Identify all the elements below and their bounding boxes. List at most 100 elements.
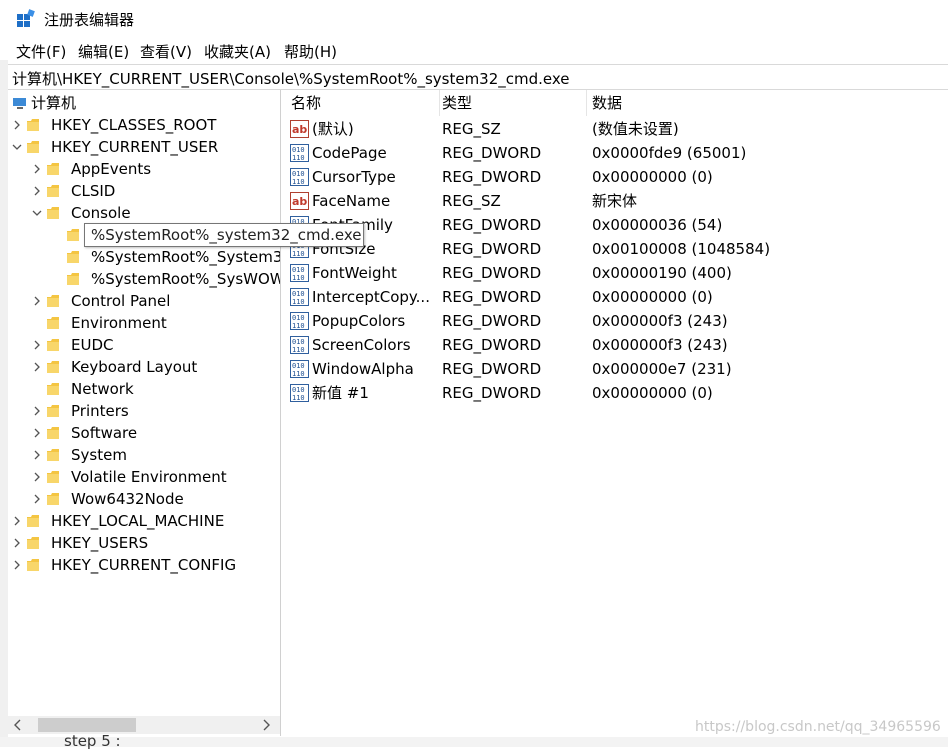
- tree-item[interactable]: %SystemRoot%_System32_: [8, 246, 280, 268]
- tree-item[interactable]: Control Panel: [8, 290, 280, 312]
- tree-item-label: Wow6432Node: [71, 490, 184, 508]
- chevron-right-icon[interactable]: [32, 340, 42, 350]
- folder-icon: [66, 249, 80, 265]
- chevron-right-icon[interactable]: [12, 560, 22, 570]
- chevron-right-icon[interactable]: [12, 120, 22, 130]
- folder-icon: [46, 425, 60, 441]
- tree-item-label: CLSID: [71, 182, 116, 200]
- value-row[interactable]: 010 110 CursorType REG_DWORD 0x00000000 (0): [285, 165, 948, 189]
- menu-edit[interactable]: 编辑(E): [78, 41, 129, 62]
- chevron-right-icon[interactable]: [12, 538, 22, 548]
- tree-item[interactable]: HKEY_LOCAL_MACHINE: [8, 510, 280, 532]
- svg-text:010: 010: [292, 362, 305, 370]
- folder-icon: [46, 403, 60, 419]
- chevron-right-icon[interactable]: [32, 472, 42, 482]
- binary-value-icon: 010110: [290, 312, 309, 330]
- address-bar[interactable]: 计算机\HKEY_CURRENT_USER\Console\%SystemRoo…: [8, 64, 948, 90]
- chevron-right-icon[interactable]: [32, 296, 42, 306]
- binary-value-icon: 010110: [290, 168, 309, 186]
- scroll-left-arrow-icon[interactable]: [12, 718, 24, 732]
- tree-item-label: %SystemRoot%_System32_: [91, 248, 281, 266]
- tree-item[interactable]: AppEvents: [8, 158, 280, 180]
- value-name: FaceName: [312, 192, 391, 210]
- key-tree-pane[interactable]: 计算机 HKEY_CLASSES_ROOT HKEY_CURRENT_USER App…: [8, 90, 281, 736]
- tree-item[interactable]: System: [8, 444, 280, 466]
- value-row[interactable]: 010 110 FontWeight REG_DWORD 0x00000190 (400…: [285, 261, 948, 285]
- tree-item[interactable]: HKEY_USERS: [8, 532, 280, 554]
- column-header-data[interactable]: 数据: [586, 90, 947, 116]
- value-row[interactable]: ab FaceName REG_SZ 新宋体: [285, 189, 948, 213]
- value-type: REG_DWORD: [442, 384, 542, 402]
- tree-item[interactable]: %SystemRoot%_SysWOW: [8, 268, 280, 290]
- value-list-pane[interactable]: 名称 类型 数据 ab (默认) REG_SZ (数值未设置) 010 110 CodePa…: [285, 90, 948, 736]
- menu-file[interactable]: 文件(F): [16, 41, 66, 62]
- value-row[interactable]: 010 110 CodePage REG_DWORD 0x0000fde9 (65001…: [285, 141, 948, 165]
- svg-text:ab: ab: [292, 123, 307, 136]
- address-path[interactable]: 计算机\HKEY_CURRENT_USER\Console\%SystemRoo…: [12, 68, 570, 89]
- folder-icon: [26, 513, 40, 529]
- column-header-name[interactable]: 名称: [285, 90, 440, 116]
- tree-horizontal-scrollbar[interactable]: [8, 716, 280, 734]
- value-row[interactable]: 010110FontSizeREG_DWORD0x00100008 (10485…: [285, 237, 948, 261]
- tree-item[interactable]: Volatile Environment: [8, 466, 280, 488]
- binary-value-icon: 010110: [290, 360, 309, 378]
- tree-item[interactable]: Console: [8, 202, 280, 224]
- chevron-right-icon[interactable]: [32, 164, 42, 174]
- value-row[interactable]: 010 110 ScreenColors REG_DWORD 0x000000f3 (2…: [285, 333, 948, 357]
- tree-item[interactable]: Software: [8, 422, 280, 444]
- svg-text:010: 010: [292, 170, 305, 178]
- value-type: REG_DWORD: [442, 312, 542, 330]
- scrollbar-thumb[interactable]: [38, 718, 136, 732]
- watermark-text: https://blog.csdn.net/qq_34965596: [695, 719, 941, 735]
- chevron-right-icon[interactable]: [32, 406, 42, 416]
- chevron-right-icon[interactable]: [32, 186, 42, 196]
- chevron-right-icon[interactable]: [32, 494, 42, 504]
- menu-help[interactable]: 帮助(H): [284, 41, 337, 62]
- footer-strip: [0, 737, 948, 747]
- value-row[interactable]: 010 110 PopupColors REG_DWORD 0x000000f3 (24…: [285, 309, 948, 333]
- tree-item-label: Console: [71, 204, 131, 222]
- chevron-right-icon[interactable]: [32, 428, 42, 438]
- tree-item[interactable]: Wow6432Node: [8, 488, 280, 510]
- folder-icon: [46, 315, 60, 331]
- key-name-tooltip: %SystemRoot%_system32_cmd.exe: [84, 223, 364, 247]
- scroll-right-arrow-icon[interactable]: [260, 718, 272, 732]
- tree-item-label: HKEY_CLASSES_ROOT: [51, 116, 217, 134]
- tree-root-computer[interactable]: 计算机: [8, 92, 280, 114]
- value-row[interactable]: 010110FontFamilyREG_DWORD0x00000036 (54): [285, 213, 948, 237]
- chevron-right-icon[interactable]: [32, 362, 42, 372]
- value-row[interactable]: 010 110 新值 #1 REG_DWORD 0x00000000 (0): [285, 381, 948, 405]
- menu-view[interactable]: 查看(V): [140, 41, 192, 62]
- column-header-type[interactable]: 类型: [436, 90, 587, 116]
- chevron-down-icon[interactable]: [32, 208, 42, 218]
- menu-favorites[interactable]: 收藏夹(A): [204, 41, 271, 62]
- svg-text:110: 110: [292, 178, 305, 186]
- chevron-right-icon[interactable]: [12, 516, 22, 526]
- folder-icon: [46, 469, 60, 485]
- svg-text:110: 110: [292, 298, 305, 306]
- tree-item[interactable]: EUDC: [8, 334, 280, 356]
- tree-item[interactable]: Network: [8, 378, 280, 400]
- tree-item[interactable]: CLSID: [8, 180, 280, 202]
- value-data: 0x000000f3 (243): [592, 312, 728, 330]
- string-value-icon: ab: [290, 192, 309, 210]
- tree-item[interactable]: HKEY_CURRENT_CONFIG: [8, 554, 280, 576]
- tree-item[interactable]: Environment: [8, 312, 280, 334]
- tree-item[interactable]: Keyboard Layout: [8, 356, 280, 378]
- value-data: 0x000000f3 (243): [592, 336, 728, 354]
- folder-icon: [46, 337, 60, 353]
- svg-text:110: 110: [292, 322, 305, 330]
- value-row[interactable]: 010 110 InterceptCopy... REG_DWORD 0x0000000…: [285, 285, 948, 309]
- svg-text:010: 010: [292, 266, 305, 274]
- value-row[interactable]: 010 110 WindowAlpha REG_DWORD 0x000000e7 (23…: [285, 357, 948, 381]
- chevron-down-icon[interactable]: [12, 142, 22, 152]
- value-row[interactable]: ab (默认) REG_SZ (数值未设置): [285, 117, 948, 141]
- chevron-right-icon[interactable]: [32, 450, 42, 460]
- value-name: FontWeight: [312, 264, 397, 282]
- svg-text:010: 010: [292, 338, 305, 346]
- tree-item[interactable]: HKEY_CLASSES_ROOT: [8, 114, 280, 136]
- tree-item[interactable]: HKEY_CURRENT_USER: [8, 136, 280, 158]
- tree-item[interactable]: Printers: [8, 400, 280, 422]
- value-data: 0x00000036 (54): [592, 216, 723, 234]
- value-name: (默认): [312, 120, 354, 138]
